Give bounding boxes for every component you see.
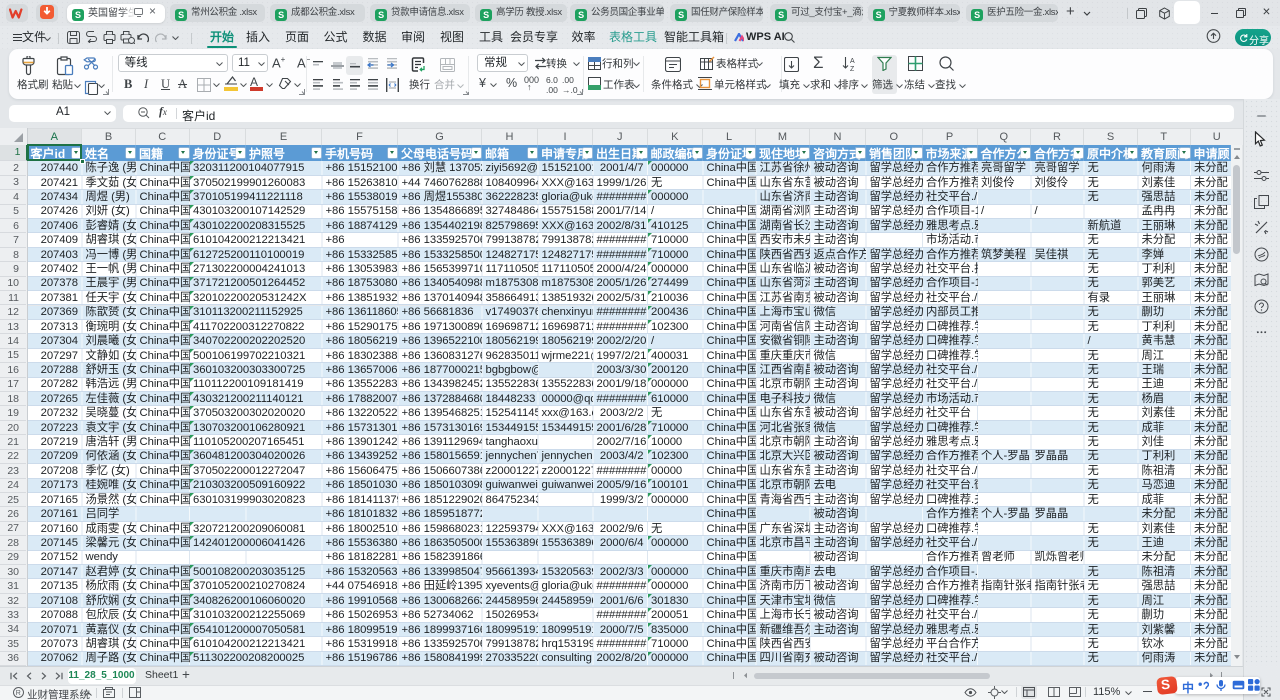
svg-text:R: R — [16, 690, 21, 697]
